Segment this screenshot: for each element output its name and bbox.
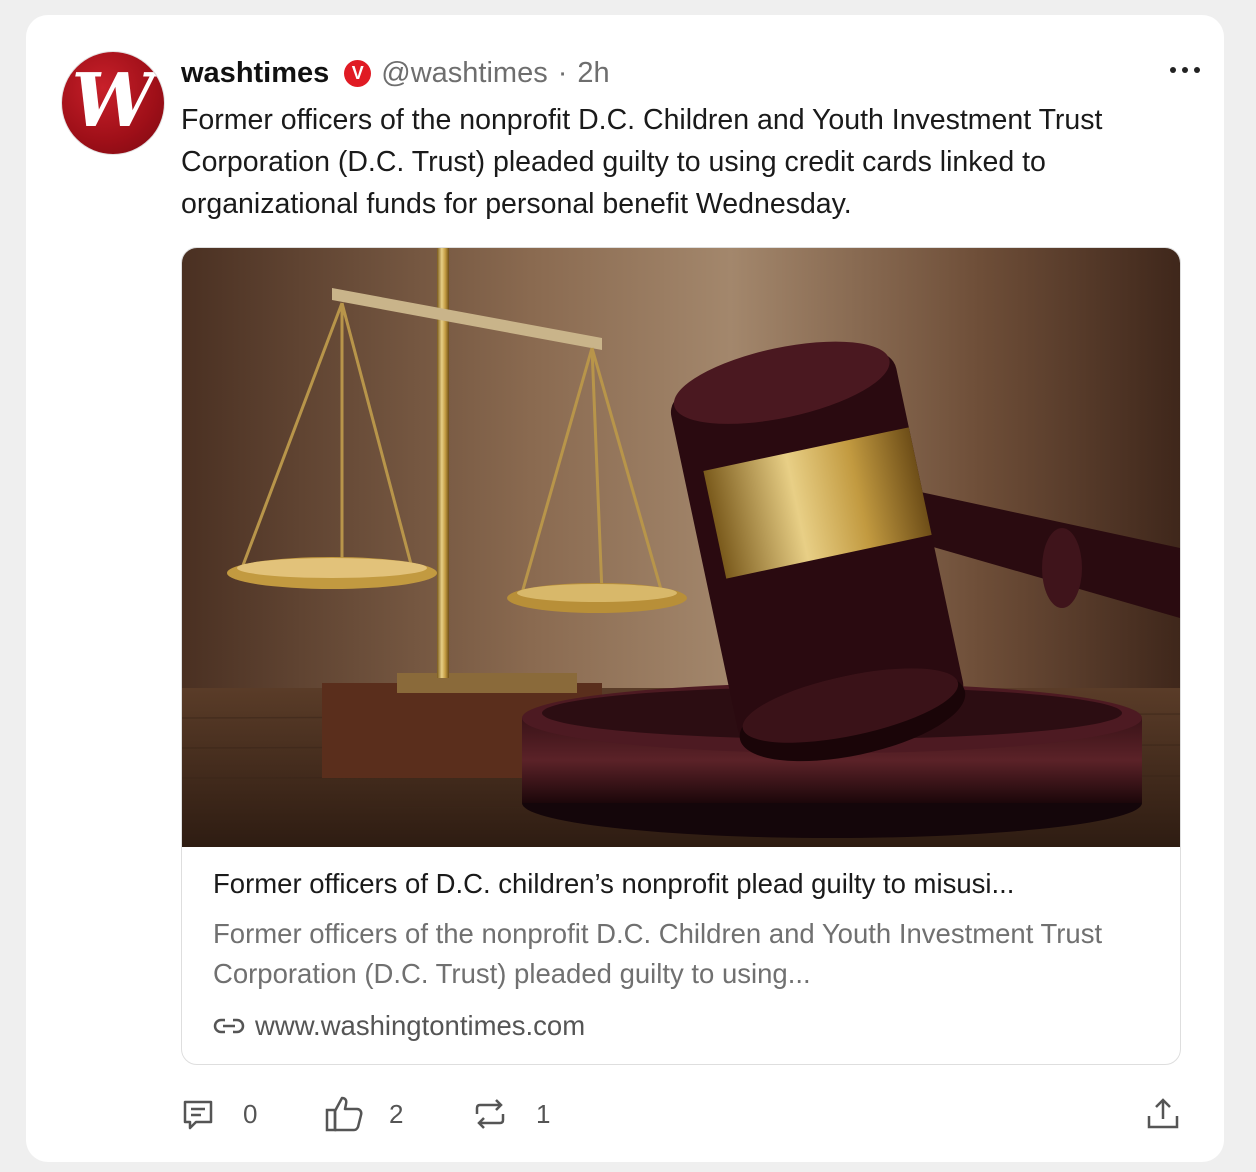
comment-icon — [183, 1100, 213, 1130]
thumbs-up-icon — [325, 1096, 363, 1132]
repost-count: 1 — [536, 1098, 551, 1129]
repost-button[interactable]: 1 — [472, 1091, 550, 1137]
comment-button[interactable]: 0 — [181, 1091, 257, 1137]
link-icon — [213, 1018, 245, 1034]
avatar[interactable]: W — [62, 52, 164, 154]
repost-icon — [475, 1099, 505, 1129]
link-preview-description: Former officers of the nonprofit D.C. Ch… — [213, 918, 1103, 989]
like-button[interactable]: 2 — [324, 1091, 403, 1137]
link-domain-text: www.washingtontimes.com — [255, 1010, 586, 1041]
handle[interactable]: @washtimes — [381, 57, 547, 90]
action-bar: 0 2 1 — [181, 1091, 1184, 1137]
avatar-logo: W — [71, 58, 155, 144]
post-card[interactable]: W washtimes V @washtimes · 2h Former off… — [26, 15, 1224, 1162]
share-icon — [1147, 1098, 1179, 1129]
like-count: 2 — [389, 1098, 404, 1129]
share-button[interactable] — [1145, 1091, 1181, 1137]
link-preview-card[interactable]: Former officers of D.C. children’s nonpr… — [181, 247, 1181, 1065]
comment-count: 0 — [243, 1098, 258, 1129]
link-preview-image — [182, 248, 1180, 847]
more-options-icon[interactable] — [1170, 59, 1200, 81]
timestamp[interactable]: 2h — [577, 57, 609, 90]
header-separator: · — [557, 56, 568, 89]
link-preview-title[interactable]: Former officers of D.C. children’s nonpr… — [213, 868, 1153, 900]
post-header: washtimes V @washtimes · 2h — [181, 55, 610, 91]
username[interactable]: washtimes — [181, 57, 329, 90]
link-preview-domain[interactable]: www.washingtontimes.com — [213, 1010, 585, 1042]
post-text: Former officers of the nonprofit D.C. Ch… — [181, 104, 1103, 220]
verified-badge-icon: V — [344, 59, 372, 87]
